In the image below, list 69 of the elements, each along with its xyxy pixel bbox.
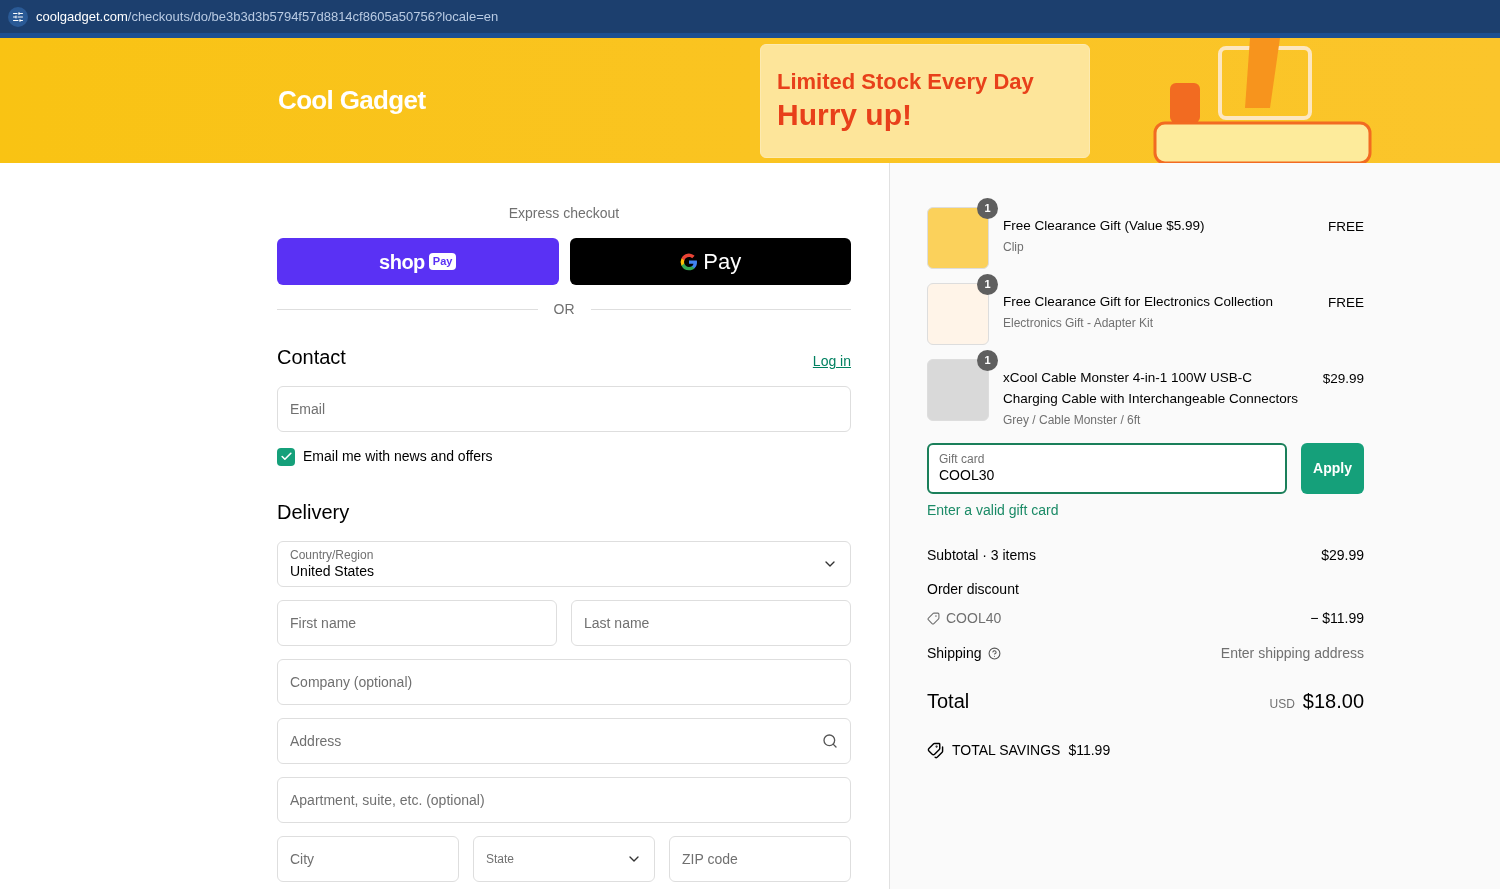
order-discount-label: Order discount xyxy=(927,580,1020,599)
tags-icon xyxy=(927,742,944,759)
total-savings-label: TOTAL SAVINGS xyxy=(952,741,1061,760)
promo-subheadline: Hurry up! xyxy=(777,96,913,133)
discount-value: − $11.99 xyxy=(1310,609,1364,628)
tag-icon xyxy=(927,612,940,625)
product-price: FREE xyxy=(1328,218,1364,236)
delivery-heading: Delivery xyxy=(277,500,351,525)
total-savings-value: $11.99 xyxy=(1068,741,1111,760)
checkmark-icon xyxy=(279,450,293,463)
contact-heading: Contact xyxy=(277,345,346,370)
input-field[interactable]: Last name xyxy=(571,600,851,646)
newsletter-checkbox[interactable] xyxy=(277,447,295,466)
field-label: Gift card xyxy=(939,452,986,468)
select-field[interactable]: Country/Region United States xyxy=(277,541,851,587)
input-field[interactable]: City xyxy=(277,836,459,882)
currency-code: USD xyxy=(1269,696,1295,713)
product-name: Free Clearance Gift for Electronics Collection xyxy=(1003,293,1275,311)
field-placeholder: Email xyxy=(290,399,326,419)
product-name: xCool Cable Monster 4-in-1 100W USB-C Charging Cable with Interchangeable Connectors xyxy=(1003,369,1299,408)
quantity-badge: 1 xyxy=(977,198,998,219)
discount-code: COOL40 xyxy=(946,609,1002,628)
quantity-badge: 1 xyxy=(977,274,998,295)
log-in-link[interactable]: Log in xyxy=(812,351,851,372)
shipping-label: Shipping xyxy=(927,644,982,663)
gift-card-error: Enter a valid gift card xyxy=(927,501,1060,520)
search-icon xyxy=(822,733,838,749)
subtotal-value: $29.99 xyxy=(1321,546,1364,565)
input-field[interactable]: Apartment, suite, etc. (optional) xyxy=(277,777,851,823)
input-field[interactable]: ZIP code xyxy=(669,836,851,882)
input-field[interactable]: Email xyxy=(277,386,851,432)
field-placeholder: Last name xyxy=(584,613,651,633)
product-price: FREE xyxy=(1328,294,1364,312)
express-checkout-title: Express checkout xyxy=(507,204,621,223)
subtotal-label: Subtotal · 3 items xyxy=(927,546,1036,565)
field-placeholder: Address xyxy=(290,731,343,751)
product-variant: Electronics Gift - Adapter Kit xyxy=(1003,315,1155,332)
url-text[interactable]: coolgadget.com/checkouts/do/be3b3d3b5794f57d8814cf8605a50756?locale=en xyxy=(36,6,499,27)
product-variant: Grey / Cable Monster / 6ft xyxy=(1003,412,1142,429)
apply-button[interactable]: Apply xyxy=(1301,443,1364,494)
or-divider-text: OR xyxy=(553,300,575,319)
total-value: $18.00 xyxy=(1302,689,1364,714)
field-placeholder: City xyxy=(290,849,316,869)
field-placeholder: First name xyxy=(290,613,358,633)
promo-headline: Limited Stock Every Day xyxy=(777,68,1035,96)
quantity-badge: 1 xyxy=(977,350,998,371)
input-field[interactable]: Address xyxy=(277,718,851,764)
product-name: Free Clearance Gift (Value $5.99) xyxy=(1003,217,1206,235)
field-label: Country/Region xyxy=(290,547,375,563)
gift-card-field[interactable]: Gift card COOL30 xyxy=(927,443,1287,494)
product-variant: Clip xyxy=(1003,239,1025,256)
field-placeholder: ZIP code xyxy=(682,849,739,869)
shipping-value: Enter shipping address xyxy=(1220,644,1364,663)
g-logo-icon xyxy=(679,251,700,272)
site-settings-icon[interactable] xyxy=(8,6,28,27)
input-field[interactable]: First name xyxy=(277,600,557,646)
product-price: $29.99 xyxy=(1322,370,1364,388)
field-value: COOL30 xyxy=(939,467,996,485)
field-label: State xyxy=(486,851,515,867)
help-icon[interactable] xyxy=(987,647,1001,660)
field-placeholder: Company (optional) xyxy=(290,672,414,692)
newsletter-label: Email me with news and offers xyxy=(303,447,493,466)
field-value: United States xyxy=(290,562,375,581)
input-field[interactable]: Company (optional) xyxy=(277,659,851,705)
select-field[interactable]: State xyxy=(473,836,655,882)
field-placeholder: Apartment, suite, etc. (optional) xyxy=(290,790,486,810)
total-label: Total xyxy=(927,689,970,714)
google-pay-button[interactable]: Pay xyxy=(569,238,851,285)
shop-pay-button[interactable]: shop Pay xyxy=(277,238,559,285)
